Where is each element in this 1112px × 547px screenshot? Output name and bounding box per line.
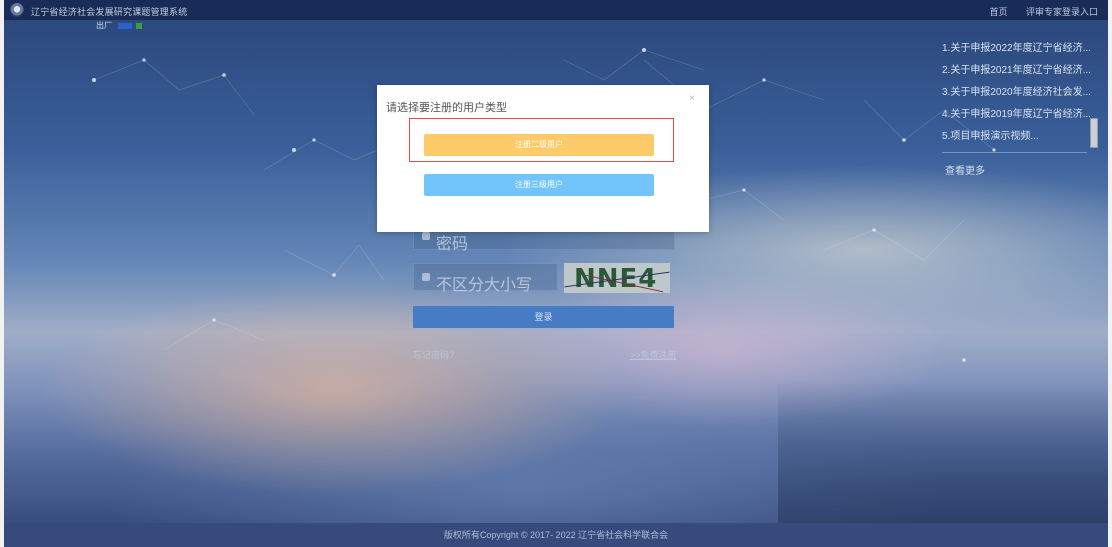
close-icon[interactable]: × bbox=[689, 93, 695, 104]
modal-backdrop bbox=[0, 0, 1112, 547]
register-level2-button[interactable]: 注册二级用户 bbox=[424, 134, 654, 156]
register-type-dialog: 请选择要注册的用户类型 × 注册二级用户 注册三级用户 bbox=[377, 85, 709, 232]
register-level3-button[interactable]: 注册三级用户 bbox=[424, 174, 654, 196]
page: 辽宁省经济社会发展研究课题管理系统 首页 评审专家登录入口 出厂 1.关于申报2… bbox=[0, 0, 1112, 547]
dialog-title: 请选择要注册的用户类型 bbox=[386, 102, 507, 114]
